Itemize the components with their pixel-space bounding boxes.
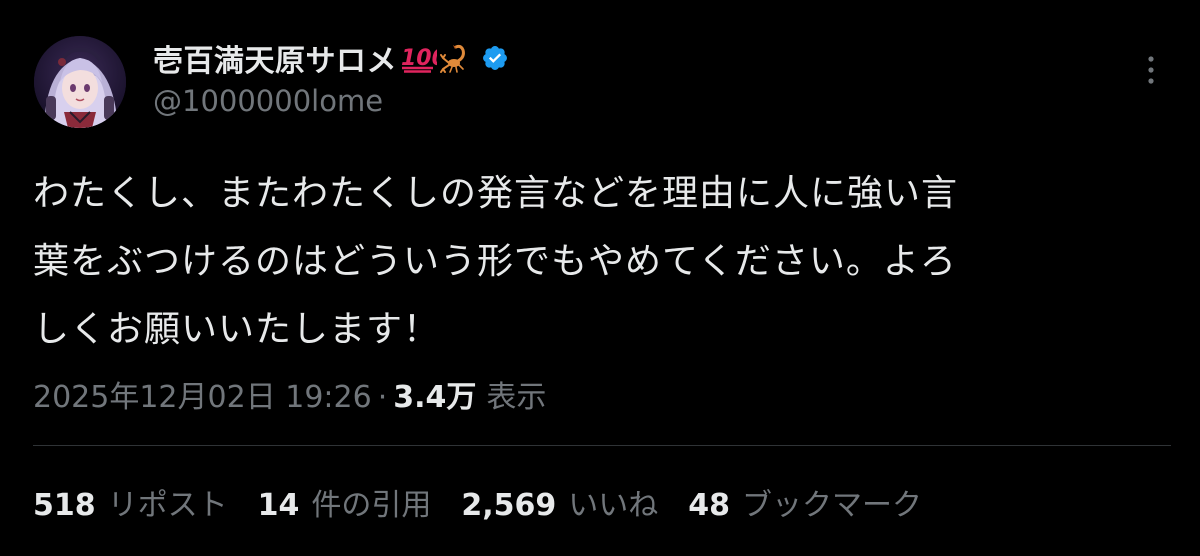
hundred-points-icon: 100 [399, 43, 437, 73]
tweet-meta: 2025年12月02日 19:26 · 3.4万 表示 [33, 372, 546, 416]
bookmarks-stat[interactable]: 48 ブックマーク [688, 480, 922, 524]
author-handle[interactable]: @1000000lome [153, 84, 383, 118]
reposts-stat[interactable]: 518 リポスト [33, 480, 228, 524]
meta-separator: · [377, 380, 388, 415]
quotes-label: 件の引用 [311, 488, 432, 523]
likes-count: 2,569 [461, 488, 557, 523]
tweet-text: わたくし、またわたくしの発言などを理由に人に強い言 葉をぶつけるのはどういう形で… [33, 160, 1153, 364]
reposts-label: リポスト [107, 488, 228, 523]
display-name[interactable]: 壱百満天原サロメ [153, 36, 397, 80]
more-options-icon[interactable] [1136, 52, 1166, 88]
likes-label: いいね [568, 488, 659, 523]
views-count: 3.4万 [393, 380, 477, 415]
quotes-stat[interactable]: 14 件の引用 [258, 480, 432, 524]
tweet-text-line: 葉をぶつけるのはどういう形でもやめてください。よろ [33, 241, 957, 282]
scorpion-icon [439, 41, 473, 75]
likes-stat[interactable]: 2,569 いいね [461, 480, 658, 524]
verified-badge-icon[interactable] [481, 44, 509, 72]
quotes-count: 14 [257, 488, 300, 523]
reposts-count: 518 [33, 488, 96, 523]
divider [33, 445, 1171, 446]
bookmarks-count: 48 [688, 488, 731, 523]
tweet-text-line: わたくし、またわたくしの発言などを理由に人に強い言 [33, 173, 959, 214]
views-label: 表示 [486, 380, 547, 415]
tweet-detail: 壱百満天原サロメ 100 @1000000lom [0, 0, 1200, 556]
tweet-text-line: しくお願いいたします！ [33, 309, 441, 350]
avatar[interactable] [34, 36, 126, 128]
timestamp[interactable]: 2025年12月02日 19:26 [33, 372, 372, 416]
author-name-row[interactable]: 壱百満天原サロメ 100 [153, 36, 509, 80]
engagement-stats: 518 リポスト 14 件の引用 2,569 いいね 48 ブックマーク [33, 480, 952, 524]
bookmarks-label: ブックマーク [742, 488, 923, 523]
